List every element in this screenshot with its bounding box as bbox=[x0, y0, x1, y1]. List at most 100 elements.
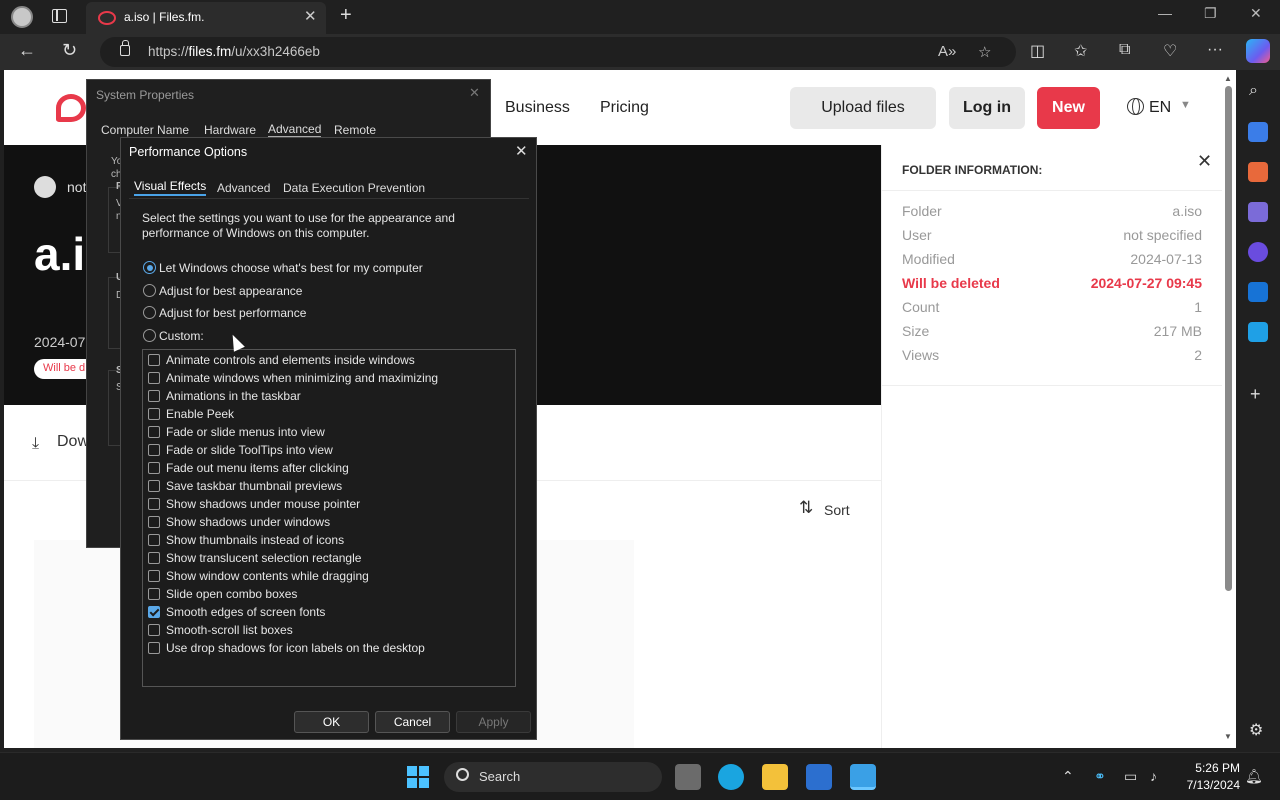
sidebar-search-icon[interactable]: ⌕ bbox=[1249, 82, 1258, 100]
page-scrollbar[interactable]: ▲ ▼ bbox=[1222, 70, 1236, 748]
address-bar[interactable]: https://files.fm/u/xx3h2466eb A» ☆ bbox=[100, 37, 1016, 67]
dialog-title: Performance Options bbox=[129, 145, 248, 159]
language-selector[interactable]: EN bbox=[1149, 99, 1171, 117]
copilot-sidebar-icon[interactable] bbox=[1248, 242, 1268, 262]
info-row-folder: Folder a.iso bbox=[902, 203, 1202, 219]
system-app-icon[interactable] bbox=[806, 764, 832, 790]
tab-computer-name[interactable]: Computer Name bbox=[101, 123, 189, 137]
notification-bell-icon[interactable]: 🔔︎ bbox=[1245, 768, 1263, 785]
outlook-icon[interactable] bbox=[1248, 282, 1268, 302]
task-view-icon[interactable] bbox=[675, 764, 701, 790]
games-icon[interactable] bbox=[1248, 202, 1268, 222]
close-icon[interactable]: ✕ bbox=[515, 142, 528, 160]
refresh-icon[interactable]: ↻ bbox=[62, 40, 77, 61]
windows-start-icon[interactable] bbox=[407, 766, 429, 788]
tab-actions-icon[interactable] bbox=[52, 9, 67, 23]
file-explorer-icon[interactable] bbox=[762, 764, 788, 790]
minimize-icon[interactable]: — bbox=[1158, 5, 1172, 21]
edge-browser-icon[interactable] bbox=[718, 764, 744, 790]
tab-data-execution-prevention[interactable]: Data Execution Prevention bbox=[283, 181, 425, 195]
send-icon[interactable] bbox=[1248, 322, 1268, 342]
copilot-icon[interactable] bbox=[1246, 39, 1270, 63]
checkbox[interactable] bbox=[148, 444, 160, 456]
close-icon[interactable]: ✕ bbox=[1197, 151, 1212, 172]
browser-tab[interactable]: a.iso | Files.fm. ✕ bbox=[86, 2, 326, 34]
download-icon[interactable]: ⤓ bbox=[32, 435, 39, 453]
sidebar-settings-gear-icon[interactable]: ⚙ bbox=[1249, 720, 1263, 740]
tab-hardware[interactable]: Hardware bbox=[204, 123, 256, 137]
clock-date[interactable]: 7/13/2024 bbox=[1172, 778, 1240, 792]
collections-icon[interactable]: ⧉ bbox=[1119, 41, 1130, 59]
tab-advanced[interactable]: Advanced bbox=[268, 122, 322, 137]
sort-button[interactable]: Sort bbox=[824, 502, 850, 518]
checkbox[interactable] bbox=[148, 408, 160, 420]
network-app-icon[interactable]: ⚭ bbox=[1094, 768, 1106, 785]
radio-button[interactable] bbox=[143, 261, 156, 274]
add-sidebar-item-icon[interactable]: + bbox=[1250, 384, 1261, 405]
login-button[interactable]: Log in bbox=[949, 87, 1025, 129]
new-button[interactable]: New bbox=[1037, 87, 1100, 129]
radio-button[interactable] bbox=[143, 306, 156, 319]
volume-icon[interactable]: ♪ bbox=[1150, 768, 1157, 784]
radio-button[interactable] bbox=[143, 284, 156, 297]
scroll-down-icon[interactable]: ▼ bbox=[1224, 732, 1232, 741]
read-aloud-icon[interactable]: A» bbox=[938, 43, 956, 60]
scroll-up-icon[interactable]: ▲ bbox=[1224, 74, 1232, 83]
checkbox[interactable] bbox=[148, 552, 160, 564]
more-menu-icon[interactable]: ··· bbox=[1207, 41, 1223, 59]
visual-effects-list[interactable]: Animate controls and elements inside win… bbox=[142, 349, 516, 687]
apply-button[interactable]: Apply bbox=[456, 711, 531, 733]
files-fm-logo[interactable] bbox=[56, 94, 86, 122]
tab-visual-effects[interactable]: Visual Effects bbox=[134, 179, 207, 196]
nav-pricing[interactable]: Pricing bbox=[600, 99, 649, 117]
checkbox[interactable] bbox=[148, 534, 160, 546]
checkbox[interactable] bbox=[148, 516, 160, 528]
profile-icon[interactable] bbox=[11, 6, 33, 28]
url-text[interactable]: https://files.fm/u/xx3h2466eb bbox=[148, 44, 320, 59]
shopping-tag-icon[interactable] bbox=[1248, 122, 1268, 142]
checkbox-checked[interactable] bbox=[148, 606, 160, 618]
checkbox[interactable] bbox=[148, 588, 160, 600]
upload-files-button[interactable]: Upload files bbox=[790, 87, 936, 129]
scroll-thumb[interactable] bbox=[1225, 86, 1232, 591]
tab-close-icon[interactable]: ✕ bbox=[304, 7, 317, 25]
cancel-button[interactable]: Cancel bbox=[375, 711, 450, 733]
restore-icon[interactable]: ❐ bbox=[1204, 5, 1217, 22]
split-screen-icon[interactable]: ◫ bbox=[1030, 41, 1045, 61]
checkbox[interactable] bbox=[148, 462, 160, 474]
new-tab-icon[interactable]: + bbox=[340, 4, 352, 27]
close-window-icon[interactable]: ✕ bbox=[1250, 5, 1262, 22]
checkbox[interactable] bbox=[148, 372, 160, 384]
checkbox[interactable] bbox=[148, 480, 160, 492]
clock-time[interactable]: 5:26 PM bbox=[1186, 761, 1240, 775]
tab-remote[interactable]: Remote bbox=[334, 123, 376, 137]
globe-icon[interactable] bbox=[1127, 98, 1144, 115]
checkbox[interactable] bbox=[148, 642, 160, 654]
taskbar-search[interactable]: Search bbox=[444, 762, 662, 792]
system-properties-taskbar-icon[interactable] bbox=[850, 764, 876, 790]
close-icon[interactable]: ✕ bbox=[469, 85, 480, 101]
favorite-star-icon[interactable]: ☆ bbox=[978, 43, 991, 61]
chevron-down-icon[interactable]: ▼ bbox=[1180, 99, 1191, 111]
radio-button[interactable] bbox=[143, 329, 156, 342]
lock-icon[interactable] bbox=[120, 40, 130, 56]
checkbox[interactable] bbox=[148, 624, 160, 636]
checkbox[interactable] bbox=[148, 570, 160, 582]
checkbox[interactable] bbox=[148, 426, 160, 438]
ok-button[interactable]: OK bbox=[294, 711, 369, 733]
checkbox[interactable] bbox=[148, 354, 160, 366]
nav-business[interactable]: Business bbox=[505, 99, 570, 117]
checkbox[interactable] bbox=[148, 390, 160, 402]
chevron-up-icon[interactable]: ⌃ bbox=[1062, 768, 1074, 785]
info-row-count: Count 1 bbox=[902, 299, 1202, 315]
sort-icon[interactable]: ⇅ bbox=[799, 498, 813, 518]
back-icon[interactable]: ← bbox=[18, 40, 36, 61]
tab-advanced[interactable]: Advanced bbox=[217, 181, 270, 195]
search-label: Search bbox=[479, 769, 521, 784]
checkbox[interactable] bbox=[148, 498, 160, 510]
download-button[interactable]: Dow bbox=[57, 433, 89, 451]
favorites-icon[interactable]: ✩ bbox=[1074, 41, 1087, 61]
display-icon[interactable]: ▭ bbox=[1124, 768, 1137, 785]
browser-essentials-icon[interactable]: ♡ bbox=[1163, 41, 1177, 61]
tools-briefcase-icon[interactable] bbox=[1248, 162, 1268, 182]
